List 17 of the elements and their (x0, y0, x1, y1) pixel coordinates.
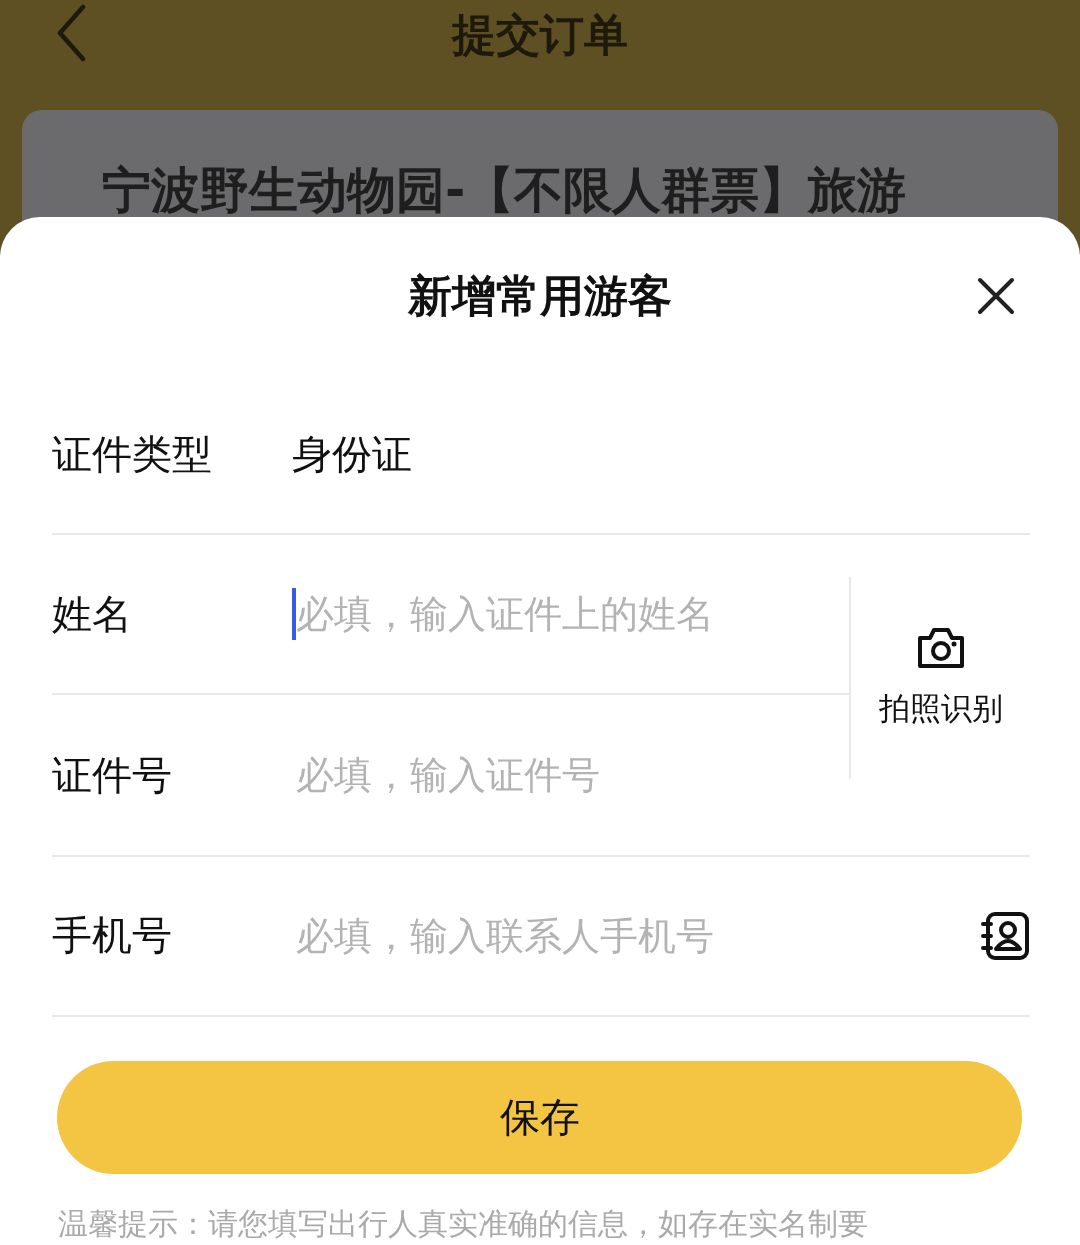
product-title: 宁波野生动物园-【不限人群票】旅游 (102, 162, 907, 219)
scan-label[interactable]: 拍照识别 (878, 688, 1003, 731)
field-label: 证件号 (52, 750, 173, 800)
page-title: 提交订单 (452, 7, 628, 62)
input-field[interactable]: 必填，输入证件号 (296, 753, 849, 798)
field-value[interactable]: 身份证 (292, 427, 412, 483)
save-button[interactable]: 保存 (57, 1060, 1022, 1174)
field-label: 手机号 (52, 911, 173, 961)
tip-text: 温馨提示：请您填写出行人真实准确的信息，如存在实名制要 (58, 1205, 869, 1243)
contacts-icon[interactable] (980, 910, 1030, 961)
close-icon[interactable] (977, 277, 1015, 315)
sheet-title: 新增常用游客 (408, 269, 672, 324)
field-label: 证件类型 (52, 430, 213, 480)
camera-icon[interactable] (915, 626, 966, 671)
input-field[interactable]: 必填，输入联系人手机号 (296, 913, 980, 958)
input-field[interactable]: 必填，输入证件上的姓名 (296, 592, 849, 637)
field-label: 姓名 (52, 589, 133, 639)
